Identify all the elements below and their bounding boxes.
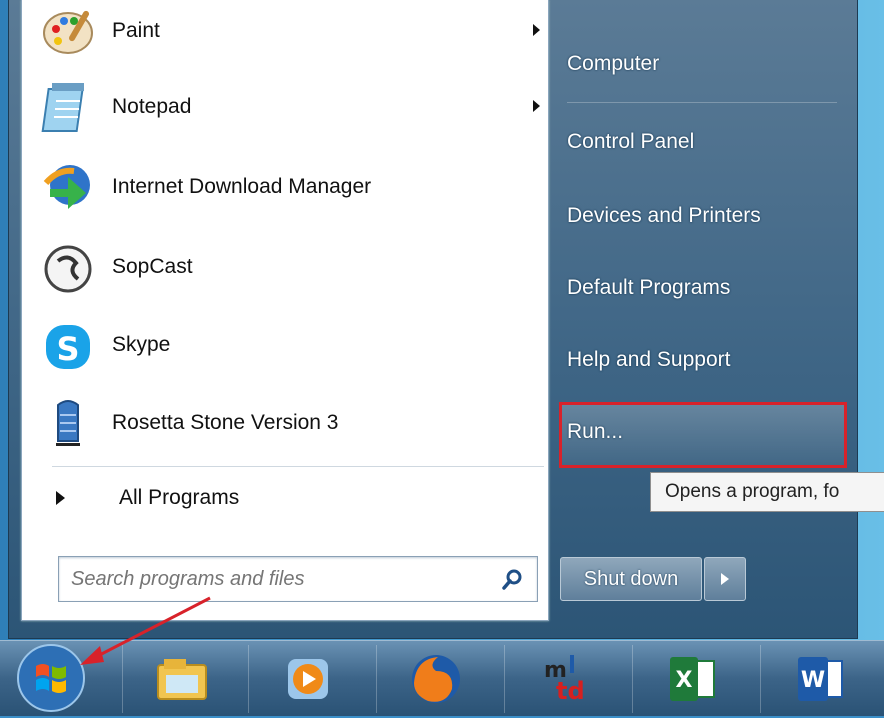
- svg-text:W: W: [801, 668, 825, 693]
- right-item-control-panel[interactable]: Control Panel: [567, 122, 694, 162]
- start-menu-right-pane: Computer Control Panel Devices and Print…: [557, 0, 857, 620]
- svg-text:td: td: [556, 677, 585, 705]
- right-item-computer[interactable]: Computer: [567, 44, 659, 84]
- program-internet-download-manager[interactable]: Internet Download Manager: [40, 156, 540, 218]
- expand-arrow-icon: [56, 491, 65, 505]
- paint-icon: [40, 3, 96, 59]
- windows-start-orb-icon[interactable]: [14, 642, 88, 714]
- notepad-icon: [40, 79, 96, 135]
- right-item-default-programs[interactable]: Default Programs: [567, 268, 730, 308]
- excel-icon[interactable]: X: [632, 645, 751, 713]
- shut-down-options-button[interactable]: [704, 557, 746, 601]
- program-label: Rosetta Stone Version 3: [112, 411, 339, 434]
- menu-separator: [52, 466, 544, 467]
- program-label: Skype: [112, 333, 171, 356]
- svg-text:S: S: [56, 330, 79, 368]
- file-explorer-icon[interactable]: [122, 645, 241, 713]
- idm-icon: [40, 159, 96, 215]
- skype-icon: S: [40, 317, 96, 373]
- search-box[interactable]: [58, 556, 538, 602]
- search-input[interactable]: [69, 563, 473, 595]
- sopcast-icon: [40, 239, 96, 295]
- program-rosetta-stone[interactable]: Rosetta Stone Version 3: [40, 392, 540, 454]
- program-label: Internet Download Manager: [112, 175, 372, 198]
- right-separator: [567, 102, 837, 103]
- submenu-arrow-icon[interactable]: [533, 24, 540, 36]
- firefox-icon[interactable]: [376, 645, 495, 713]
- program-skype[interactable]: S Skype: [40, 314, 540, 376]
- program-paint[interactable]: Paint: [40, 0, 540, 62]
- program-label: Notepad: [112, 95, 192, 118]
- start-menu-programs-pane: Paint Notepad Internet Download Manager …: [21, 0, 549, 621]
- right-item-help-and-support[interactable]: Help and Support: [567, 340, 730, 380]
- chevron-right-icon: [721, 573, 729, 585]
- start-menu: Paint Notepad Internet Download Manager …: [8, 0, 858, 639]
- run-tooltip: Opens a program, fo: [650, 472, 884, 512]
- taskbar: m td X W: [0, 640, 884, 716]
- all-programs-label: All Programs: [119, 486, 240, 509]
- all-programs-item[interactable]: All Programs: [52, 478, 532, 518]
- program-label: SopCast: [112, 255, 193, 278]
- right-item-run[interactable]: Run...: [567, 412, 623, 452]
- search-icon[interactable]: [501, 567, 525, 591]
- svg-text:X: X: [676, 668, 693, 693]
- rosetta-stone-icon: [40, 395, 96, 451]
- word-icon[interactable]: W: [760, 645, 879, 713]
- media-player-icon[interactable]: [248, 645, 367, 713]
- shut-down-button[interactable]: Shut down: [560, 557, 702, 601]
- program-notepad[interactable]: Notepad: [40, 76, 540, 138]
- program-sopcast[interactable]: SopCast: [40, 236, 540, 298]
- mtd-app-icon[interactable]: m td: [504, 645, 623, 713]
- program-label: Paint: [112, 19, 160, 42]
- right-item-devices-and-printers[interactable]: Devices and Printers: [567, 196, 761, 236]
- submenu-arrow-icon[interactable]: [533, 100, 540, 112]
